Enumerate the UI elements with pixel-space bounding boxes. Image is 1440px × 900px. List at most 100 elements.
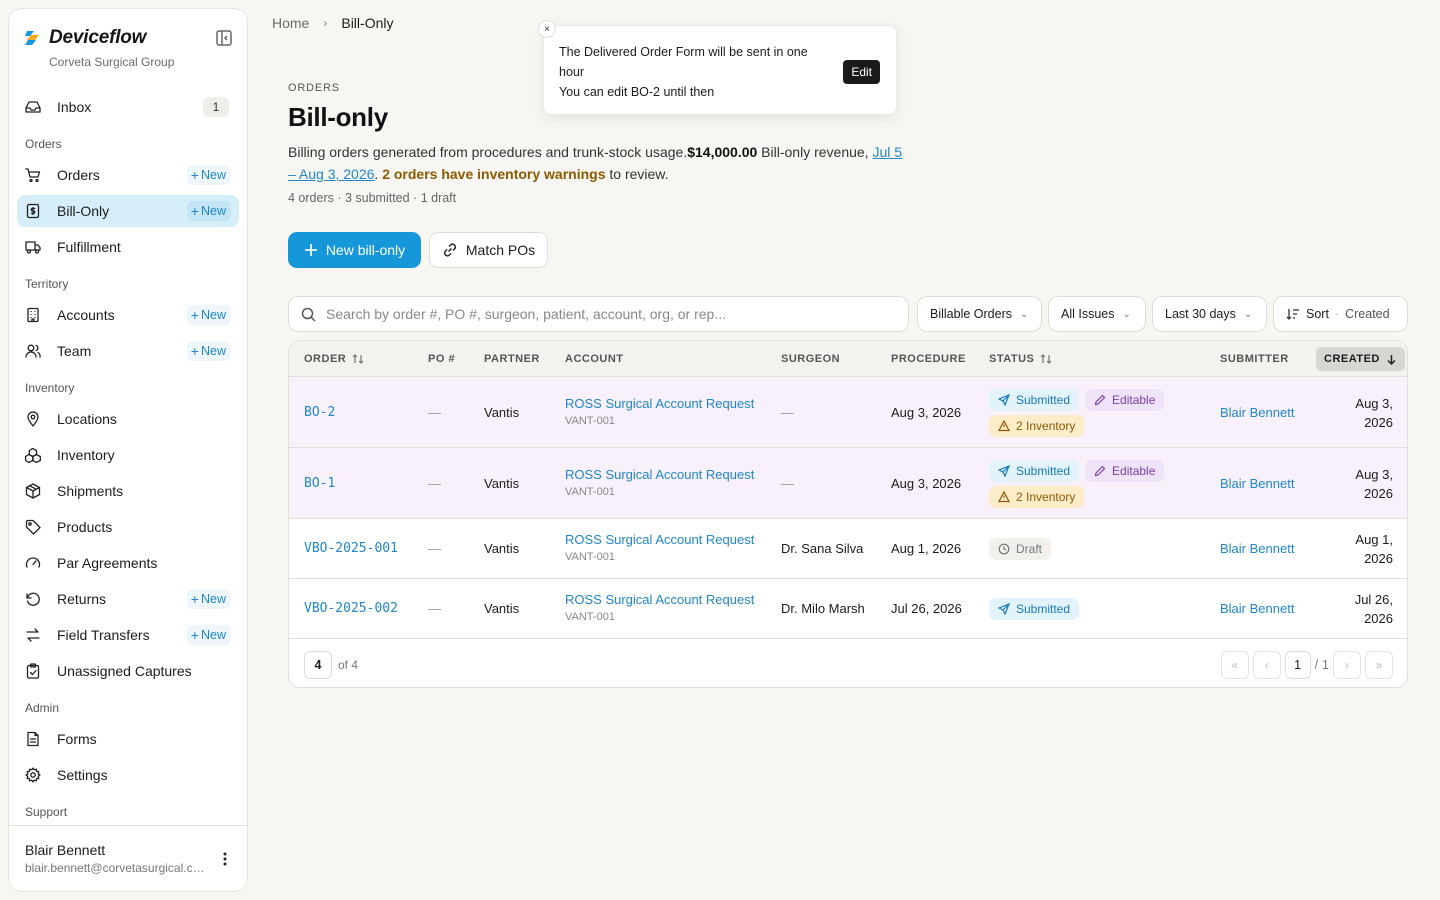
new-returns-button[interactable]: + New xyxy=(186,589,231,609)
page-size-control: 4 of 4 xyxy=(304,651,358,679)
first-page-icon[interactable]: « xyxy=(1220,651,1249,679)
procedure-date: Aug 3, 2026 xyxy=(891,404,962,420)
toast-edit-button[interactable]: Edit xyxy=(843,60,880,84)
table-row[interactable]: VBO-2025-001 — Vantis ROSS Surgical Account… xyxy=(289,519,1407,579)
column-header-created[interactable]: CREATED xyxy=(1316,347,1405,371)
sidebar-item-returns[interactable]: Returns + New xyxy=(17,583,239,615)
sidebar-item-inventory[interactable]: Inventory xyxy=(17,439,239,471)
surgeon-name: — xyxy=(781,404,794,420)
table-row[interactable]: BO-1 — Vantis ROSS Surgical Account Request… xyxy=(289,448,1407,519)
sidebar-item-unassigned-captures[interactable]: Unassigned Captures xyxy=(17,655,239,687)
clock-icon xyxy=(998,543,1010,555)
order-link[interactable]: BO-1 xyxy=(304,476,335,491)
gauge-icon xyxy=(25,555,41,571)
sort-control[interactable]: Sort · Created xyxy=(1273,296,1408,332)
sidebar-item-label: Field Transfers xyxy=(57,627,150,643)
sidebar-item-orders[interactable]: Orders + New xyxy=(17,159,239,191)
status-badge: Submitted xyxy=(989,598,1080,620)
order-type-filter[interactable]: Billable Orders ⌄ xyxy=(917,296,1042,332)
sidebar-item-label: Bill-Only xyxy=(57,203,110,219)
order-link[interactable]: BO-2 xyxy=(304,405,335,420)
order-link[interactable]: VBO-2025-002 xyxy=(304,601,398,616)
plus-icon: + xyxy=(190,167,199,183)
editable-label: Editable xyxy=(1112,463,1156,478)
nav-section-inventory: Inventory xyxy=(25,381,75,395)
revenue-amount: $14,000.00 xyxy=(687,144,758,160)
account-link[interactable]: ROSS Surgical Account Request xyxy=(565,467,754,482)
prev-page-icon[interactable]: ‹ xyxy=(1252,651,1281,679)
submitter-link[interactable]: Blair Bennett xyxy=(1220,405,1294,420)
nav-section-orders: Orders xyxy=(25,137,62,151)
submitter-link[interactable]: Blair Bennett xyxy=(1220,601,1294,616)
warning-icon xyxy=(998,490,1010,502)
new-orders-button[interactable]: + New xyxy=(186,165,231,185)
user-block[interactable]: Blair Bennett blair.bennett@corvetasurgi… xyxy=(9,825,247,891)
last-page-icon[interactable]: » xyxy=(1365,651,1393,679)
new-field-transfers-button[interactable]: + New xyxy=(186,625,231,645)
account-link[interactable]: ROSS Surgical Account Request xyxy=(565,592,754,607)
inventory-warning-badge[interactable]: 2 Inventory xyxy=(989,485,1085,508)
sidebar-item-forms[interactable]: Forms xyxy=(17,723,239,755)
chevron-down-icon: ⌄ xyxy=(1243,308,1253,320)
submitter-link[interactable]: Blair Bennett xyxy=(1220,476,1294,491)
sidebar-item-settings[interactable]: Settings xyxy=(17,759,239,791)
sidebar-item-shipments[interactable]: Shipments xyxy=(17,475,239,507)
issues-filter[interactable]: All Issues ⌄ xyxy=(1048,296,1146,332)
plus-icon: + xyxy=(190,627,199,643)
total-count: of 4 xyxy=(338,658,359,672)
more-vertical-icon[interactable] xyxy=(223,852,227,866)
breadcrumb-home[interactable]: Home xyxy=(272,15,309,31)
page-size-select[interactable]: 4 xyxy=(304,651,332,679)
link-icon xyxy=(443,243,456,257)
plus-icon: + xyxy=(190,307,199,323)
sidebar-item-label: Accounts xyxy=(57,307,115,323)
sidebar-item-field-transfers[interactable]: Field Transfers + New xyxy=(17,619,239,651)
match-pos-button[interactable]: Match POs xyxy=(429,232,548,268)
new-label: New xyxy=(200,592,226,606)
sidebar-item-products[interactable]: Products xyxy=(17,511,239,543)
new-bill-only-button[interactable]: New bill-only xyxy=(288,232,421,268)
table-row[interactable]: BO-2 — Vantis ROSS Surgical Account Request… xyxy=(289,377,1407,448)
toast-notification: × The Delivered Order Form will be sent … xyxy=(538,20,897,115)
submitter-link[interactable]: Blair Bennett xyxy=(1220,541,1294,556)
status-badge: Submitted xyxy=(989,388,1080,411)
sidebar-collapse-icon[interactable] xyxy=(215,29,233,47)
sidebar-item-bill-only[interactable]: Bill-Only + New xyxy=(17,195,239,227)
account-link[interactable]: ROSS Surgical Account Request xyxy=(565,532,754,547)
next-page-icon[interactable]: › xyxy=(1333,651,1361,679)
order-link[interactable]: VBO-2025-001 xyxy=(304,541,398,556)
brand[interactable]: Deviceflow Corveta Surgical Group xyxy=(25,27,235,77)
date-range-filter[interactable]: Last 30 days ⌄ xyxy=(1152,296,1267,332)
editable-badge: Editable xyxy=(1085,388,1165,411)
current-page[interactable]: 1 xyxy=(1284,651,1311,679)
sidebar-item-fulfillment[interactable]: Fulfillment xyxy=(17,231,239,263)
gear-icon xyxy=(25,767,41,783)
column-header-procedure: PROCEDURE xyxy=(891,353,966,365)
inventory-warnings-link[interactable]: 2 orders have inventory warnings xyxy=(382,166,605,182)
toast-close-button[interactable]: × xyxy=(538,20,556,38)
procedure-date: Aug 3, 2026 xyxy=(891,475,962,491)
new-team-button[interactable]: + New xyxy=(186,341,231,361)
sidebar-item-par-agreements[interactable]: Par Agreements xyxy=(17,547,239,579)
column-header-order[interactable]: ORDER xyxy=(304,341,364,377)
search-input[interactable] xyxy=(326,306,908,322)
account-id: VANT-001 xyxy=(565,611,615,623)
sidebar-item-inbox[interactable]: Inbox 1 xyxy=(17,91,239,123)
tag-icon xyxy=(25,519,41,535)
match-pos-label: Match POs xyxy=(465,242,536,258)
column-order-label: ORDER xyxy=(304,353,347,365)
status-cell: Submitted Editable 2 Inventory xyxy=(989,459,1165,508)
inventory-warning-badge[interactable]: 2 Inventory xyxy=(989,414,1085,437)
column-header-status[interactable]: STATUS xyxy=(989,341,1052,377)
account-link[interactable]: ROSS Surgical Account Request xyxy=(565,396,754,411)
created-date: Aug 1, 2026 xyxy=(1355,530,1393,568)
new-accounts-button[interactable]: + New xyxy=(186,305,231,325)
sidebar-item-accounts[interactable]: Accounts + New xyxy=(17,299,239,331)
send-icon xyxy=(998,464,1010,477)
new-bill-only-button[interactable]: + New xyxy=(186,201,231,221)
sidebar-item-locations[interactable]: Locations xyxy=(17,403,239,435)
sidebar-item-team[interactable]: Team + New xyxy=(17,335,239,367)
column-header-partner: PARTNER xyxy=(484,353,540,365)
table-row[interactable]: VBO-2025-002 — Vantis ROSS Surgical Account… xyxy=(289,579,1407,639)
pencil-icon xyxy=(1094,394,1106,405)
